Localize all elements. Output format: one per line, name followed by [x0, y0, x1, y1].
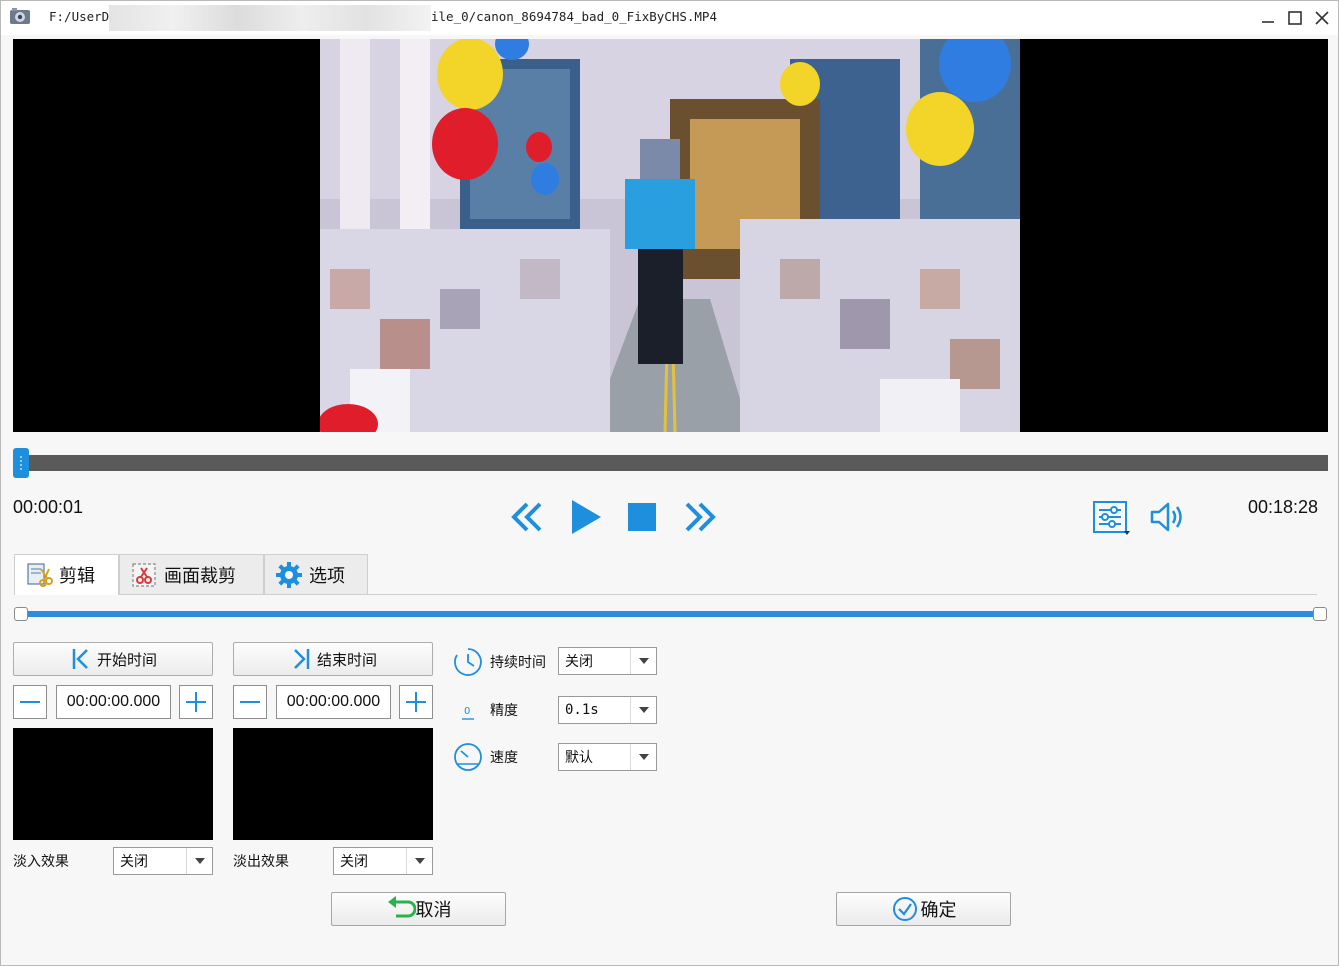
tab-options[interactable]: 选项: [264, 554, 368, 594]
cancel-button[interactable]: 取消: [331, 892, 506, 926]
tab-clip[interactable]: 剪辑: [14, 554, 119, 595]
end-frame-preview: [233, 728, 433, 840]
chevron-down-icon: [630, 697, 656, 723]
rewind-icon[interactable]: [509, 501, 545, 533]
equalizer-settings-icon[interactable]: [1092, 500, 1132, 536]
set-end-time-label: 结束时间: [316, 650, 377, 669]
chevron-down-icon: [186, 848, 212, 874]
plus-icon: [406, 692, 426, 712]
precision-value: 0.1s: [565, 702, 599, 718]
check-circle-icon: [892, 897, 917, 921]
fade-out-select[interactable]: 关闭: [333, 847, 433, 875]
total-time: 00:18:28: [1248, 497, 1319, 517]
confirm-button-label: 确定: [920, 900, 957, 921]
tabs-divider: [14, 594, 1317, 595]
start-frame-preview: [13, 728, 213, 840]
chevron-down-icon: [630, 744, 656, 770]
start-marker-icon: [72, 649, 88, 669]
set-start-time-label: 开始时间: [96, 650, 157, 669]
speed-select[interactable]: 默认: [558, 743, 657, 771]
chevron-down-icon: [406, 848, 432, 874]
maximize-icon[interactable]: [1284, 7, 1306, 29]
minimize-icon[interactable]: [1257, 7, 1279, 29]
chevron-down-icon: [630, 648, 656, 674]
precision-select[interactable]: 0.1s: [558, 696, 657, 724]
clip-range-track[interactable]: [19, 611, 1317, 617]
clip-range-end-handle[interactable]: [1313, 607, 1327, 621]
app-icon: [10, 8, 30, 24]
video-frame-image: [320, 39, 1020, 432]
gear-icon: [276, 561, 302, 588]
title-bar: F:/UserD ile_0/canon_8694784_bad_0_FixBy…: [1, 1, 1338, 35]
speed-value: 默认: [565, 750, 593, 766]
set-end-time-button[interactable]: 结束时间: [233, 642, 433, 676]
cancel-button-label: 取消: [415, 900, 452, 921]
start-time-decrement-button[interactable]: [13, 685, 47, 719]
seek-handle[interactable]: [13, 448, 29, 478]
tab-crop[interactable]: 画面裁剪: [119, 554, 264, 594]
title-redacted-area: [109, 5, 431, 31]
duration-value: 关闭: [565, 654, 593, 670]
tab-clip-label: 剪辑: [59, 566, 95, 587]
clip-range-start-handle[interactable]: [14, 607, 28, 621]
volume-icon[interactable]: [1149, 501, 1189, 533]
window-title-prefix: F:/UserD: [49, 9, 110, 24]
undo-arrow-icon: [387, 896, 416, 918]
speedometer-icon: [454, 743, 482, 771]
set-start-time-button[interactable]: 开始时间: [13, 642, 213, 676]
end-time-input[interactable]: 00:00:00.000: [276, 685, 391, 719]
start-time-input[interactable]: 00:00:00.000: [56, 685, 171, 719]
confirm-button[interactable]: 确定: [836, 892, 1011, 926]
stop-icon[interactable]: [628, 503, 656, 531]
end-marker-icon: [294, 649, 310, 669]
precision-label: 精度: [490, 703, 518, 719]
fast-forward-icon[interactable]: [682, 501, 718, 533]
crop-icon: [132, 562, 156, 587]
clock-icon: [454, 648, 482, 676]
duration-select[interactable]: 关闭: [558, 647, 657, 675]
duration-label: 持续时间: [490, 655, 546, 671]
svg-text:0: 0: [464, 706, 470, 717]
current-time: 00:00:01: [13, 497, 84, 517]
editor-window: F:/UserD ile_0/canon_8694784_bad_0_FixBy…: [0, 0, 1339, 966]
minus-icon: [20, 701, 40, 703]
minus-icon: [240, 701, 260, 703]
fade-out-value: 关闭: [340, 854, 368, 870]
fade-in-label: 淡入效果: [13, 854, 69, 870]
tab-options-label: 选项: [309, 565, 345, 587]
tab-crop-label: 画面裁剪: [164, 565, 236, 587]
close-icon[interactable]: [1311, 7, 1333, 29]
end-time-increment-button[interactable]: [399, 685, 433, 719]
window-title-file: ile_0/canon_8694784_bad_0_FixByCHS.MP4: [431, 9, 717, 24]
fade-in-select[interactable]: 关闭: [113, 847, 213, 875]
fade-in-value: 关闭: [120, 854, 148, 870]
play-icon[interactable]: [568, 498, 604, 536]
fade-out-label: 淡出效果: [233, 854, 289, 870]
video-frame: [320, 39, 1020, 432]
speed-label: 速度: [490, 750, 518, 766]
cut-edit-icon: [27, 563, 53, 587]
start-time-increment-button[interactable]: [179, 685, 213, 719]
precision-icon: 0: [462, 706, 474, 720]
end-time-decrement-button[interactable]: [233, 685, 267, 719]
seek-bar[interactable]: [13, 455, 1328, 471]
plus-icon: [186, 692, 206, 712]
